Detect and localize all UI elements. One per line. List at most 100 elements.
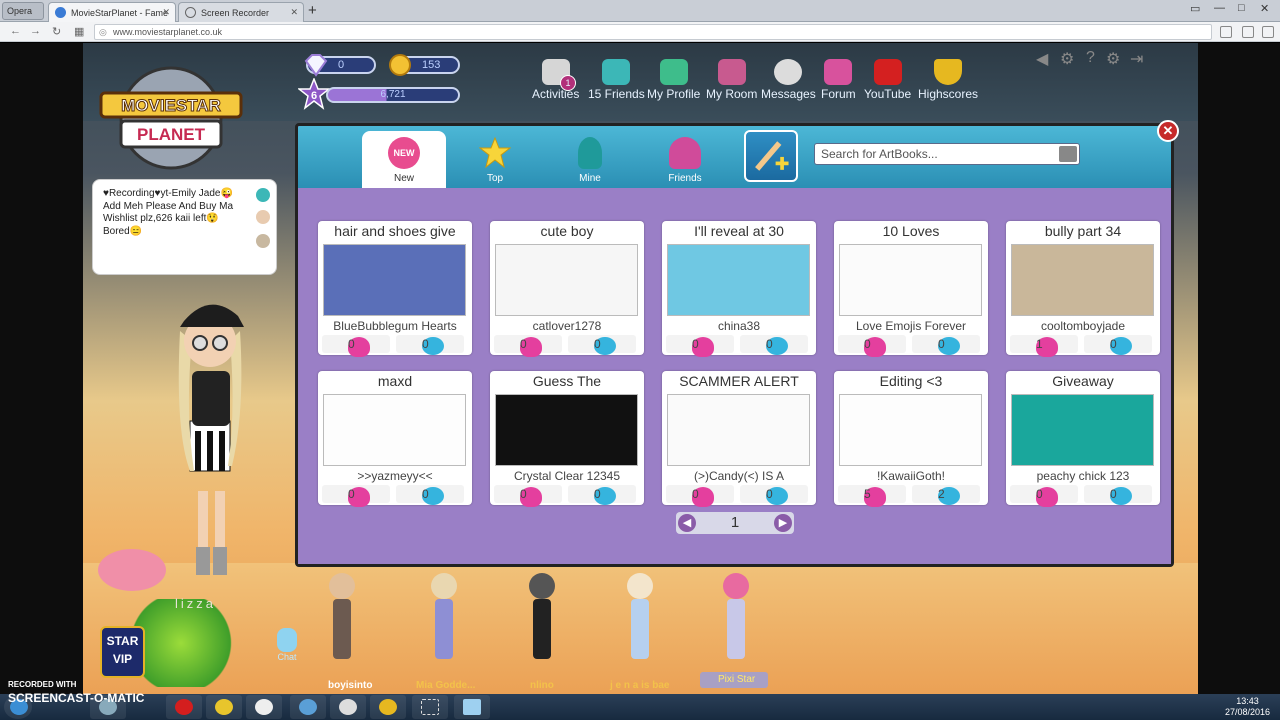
diamonds-counter[interactable]: 0 [304,54,376,77]
artbook-author[interactable]: Love Emojis Forever [834,319,988,333]
artbook-author[interactable]: peachy chick 123 [1006,469,1160,483]
piggy-bank-icon[interactable] [98,549,166,591]
window-control-icon[interactable]: ▭ [1190,2,1200,15]
avatar-mia[interactable] [424,573,464,659]
avatar-name[interactable]: Mia Godde... [416,680,475,691]
artbook-thumbnail[interactable] [839,394,982,466]
avatar-name[interactable]: j e n a is bae [610,680,669,691]
friend-icon[interactable] [256,188,270,202]
tab-friends[interactable]: Friends [643,131,727,188]
comments-counter[interactable]: 0 [740,335,808,355]
settings-circle-icon[interactable]: ⚙ [1060,49,1074,69]
menu-friends[interactable]: 15 Friends [588,59,645,101]
pixi-star-label[interactable]: Pixi Star [700,672,768,688]
artbook-search-input[interactable]: Search for ArtBooks... [814,143,1080,165]
coins-counter[interactable]: 153 [389,54,460,76]
menu-forum[interactable]: Forum [821,59,856,101]
taskbar-chrome[interactable] [206,695,242,719]
chat-button[interactable]: Chat [272,628,302,662]
likes-counter[interactable]: 0 [666,485,734,507]
taskbar-msp[interactable] [330,695,366,719]
url-field[interactable]: ◎ www.moviestarplanet.co.uk [94,24,1212,40]
artbook-thumbnail[interactable] [1011,394,1154,466]
likes-counter[interactable]: 0 [494,485,562,507]
close-dialog-button[interactable]: ✕ [1157,120,1179,142]
sound-icon[interactable]: ◀ [1036,49,1048,69]
search-icon[interactable] [1059,146,1077,162]
likes-counter[interactable]: 0 [838,335,906,357]
artbook-thumbnail[interactable] [667,394,810,466]
likes-counter[interactable]: 0 [322,335,390,357]
logout-icon[interactable]: ⇥ [1130,49,1143,69]
close-tab-icon[interactable]: ✕ [290,7,298,18]
tab-moviestarplanet[interactable]: MovieStarPlanet - Fame ✕ [48,2,176,22]
avatar-jena[interactable] [620,573,660,659]
moviestarplanet-logo[interactable]: MOVIESTAR PLANET [96,63,246,173]
player-avatar[interactable] [160,291,260,581]
comments-counter[interactable]: 0 [740,485,808,505]
next-page-button[interactable]: ▶ [774,514,792,532]
artbook-author[interactable]: >>yazmeyy<< [318,469,472,483]
minimize-icon[interactable]: — [1214,2,1225,14]
fame-bar[interactable]: 6,721 [326,87,460,103]
avatar-name[interactable]: nlino [530,680,554,691]
avatar-name[interactable]: boyisinto [328,680,372,691]
artbook-card[interactable]: Editing <3 !KawaiiGoth! 5 2 [834,371,988,507]
help-icon[interactable]: ? [1086,49,1095,67]
close-window-icon[interactable]: ✕ [1260,2,1269,15]
download-icon[interactable] [1242,26,1254,38]
artbook-card[interactable]: cute boy catlover1278 0 0 [490,221,644,357]
artbook-thumbnail[interactable] [495,394,638,466]
artbook-card[interactable]: hair and shoes give BlueBubblegum Hearts 0… [318,221,472,357]
bookmark-icon[interactable] [1220,26,1232,38]
reload-icon[interactable]: ↻ [52,25,61,38]
artbook-card[interactable]: SCAMMER ALERT (>)Candy(<) IS A 0 0 [662,371,816,507]
tab-new[interactable]: NEW New [362,131,446,188]
taskbar-hp[interactable] [246,695,282,719]
menu-messages[interactable]: Messages [761,59,816,101]
comments-counter[interactable]: 0 [1084,485,1152,505]
speed-dial-icon[interactable]: ▦ [74,25,84,38]
avatar-pixi-star[interactable] [716,573,756,659]
artbook-thumbnail[interactable] [323,244,466,316]
pet-icon[interactable] [256,234,270,248]
taskbar-recorder[interactable] [412,695,448,719]
star-vip-badge[interactable]: STAR VIP [100,626,145,678]
likes-counter[interactable]: 5 [838,485,906,507]
opera-menu-button[interactable]: Opera [2,2,44,20]
artbook-author[interactable]: (>)Candy(<) IS A [662,469,816,483]
menu-my-profile[interactable]: My Profile [647,59,700,101]
artbook-card[interactable]: maxd >>yazmeyy<< 0 0 [318,371,472,507]
taskbar-app[interactable] [290,695,326,719]
taskbar-security[interactable] [370,695,406,719]
artbook-author[interactable]: cooltomboyjade [1006,319,1160,333]
forward-icon[interactable]: → [30,25,41,37]
likes-counter[interactable]: 1 [1010,335,1078,357]
comments-counter[interactable]: 0 [568,335,636,355]
artbook-thumbnail[interactable] [1011,244,1154,316]
back-icon[interactable]: ← [10,25,21,37]
taskbar-app2[interactable] [454,695,490,719]
comments-counter[interactable]: 2 [912,485,980,505]
artbook-card[interactable]: I'll reveal at 30 china38 0 0 [662,221,816,357]
menu-my-room[interactable]: My Room [706,59,757,101]
face-icon[interactable] [256,210,270,224]
avatar-boyisinto[interactable] [322,573,362,659]
artbook-author[interactable]: china38 [662,319,816,333]
likes-counter[interactable]: 0 [666,335,734,357]
artbook-author[interactable]: BlueBubblegum Hearts [318,319,472,333]
artbook-thumbnail[interactable] [839,244,982,316]
likes-counter[interactable]: 0 [322,485,390,507]
artbook-thumbnail[interactable] [323,394,466,466]
taskbar-opera[interactable] [166,695,202,719]
tab-screen-recorder[interactable]: Screen Recorder ✕ [178,2,304,22]
extension-icon[interactable] [1262,26,1274,38]
new-tab-button[interactable]: + [308,2,317,19]
comments-counter[interactable]: 0 [396,335,464,355]
artbook-author[interactable]: Crystal Clear 12345 [490,469,644,483]
comments-counter[interactable]: 0 [1084,335,1152,355]
artbook-card[interactable]: bully part 34 cooltomboyjade 1 0 [1006,221,1160,357]
tab-mine[interactable]: Mine [548,131,632,188]
artbook-card[interactable]: 10 Loves Love Emojis Forever 0 0 [834,221,988,357]
artbook-thumbnail[interactable] [495,244,638,316]
